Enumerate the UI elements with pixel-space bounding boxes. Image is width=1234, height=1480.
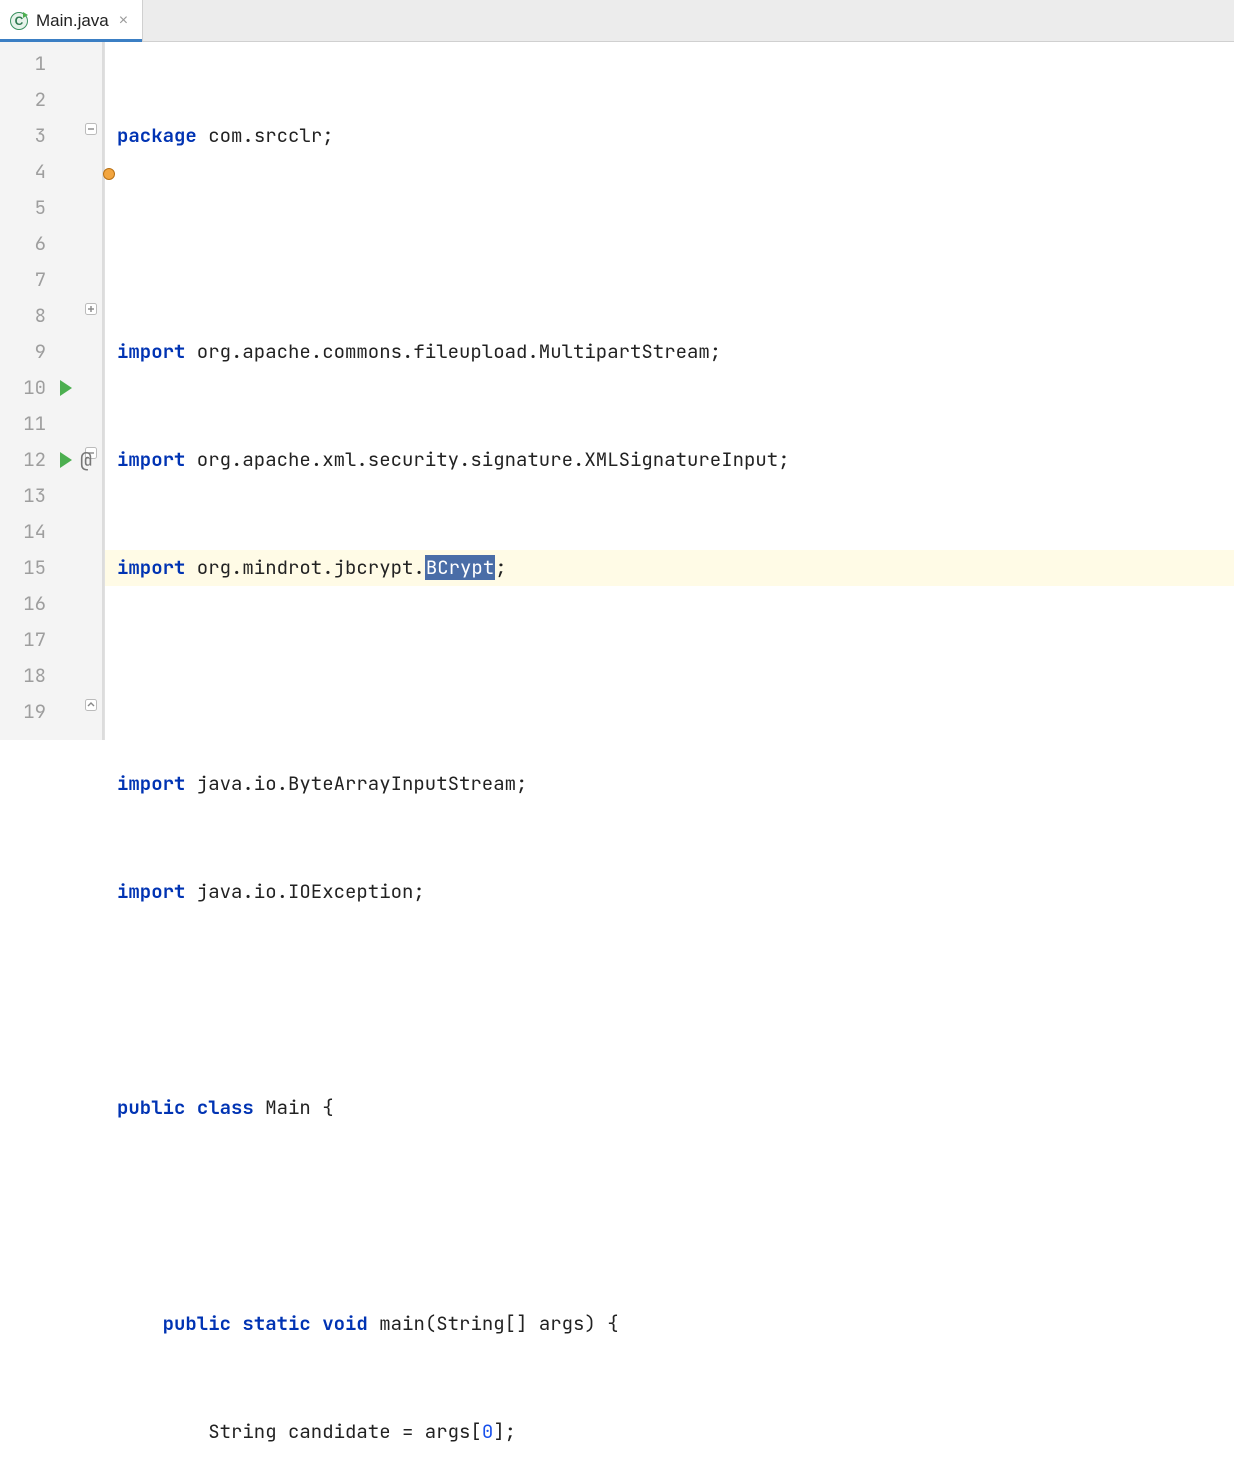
tab-bar: C Main.java × bbox=[0, 0, 1234, 42]
code-area[interactable]: package com.srcclr; import org.apache.co… bbox=[105, 42, 1234, 740]
code-line[interactable]: import java.io.ByteArrayInputStream; bbox=[117, 766, 1234, 802]
gutter: 1 2 3 4 5 6 7 8 9 10 11 12@ 13 14 15 16 … bbox=[0, 42, 105, 740]
code-line[interactable] bbox=[117, 226, 1234, 262]
svg-text:C: C bbox=[15, 14, 24, 28]
run-icon[interactable] bbox=[60, 380, 72, 396]
line-number: 4 bbox=[0, 154, 104, 190]
line-number: 3 bbox=[0, 118, 104, 154]
line-number: 14 bbox=[0, 514, 104, 550]
line-number: 9 bbox=[0, 334, 104, 370]
line-number: 18 bbox=[0, 658, 104, 694]
code-line-current[interactable]: import org.mindrot.jbcrypt.BCrypt; bbox=[117, 550, 1234, 586]
selection: BCrypt bbox=[425, 555, 495, 580]
line-number: 1 bbox=[0, 46, 104, 82]
editor-tab-main-java[interactable]: C Main.java × bbox=[0, 0, 143, 41]
tab-filename: Main.java bbox=[36, 11, 109, 31]
line-number: 8 bbox=[0, 298, 104, 334]
line-number: 5 bbox=[0, 190, 104, 226]
line-number: 2 bbox=[0, 82, 104, 118]
line-number: 17 bbox=[0, 622, 104, 658]
code-line[interactable]: package com.srcclr; bbox=[117, 118, 1234, 154]
code-line[interactable]: public static void main(String[] args) { bbox=[117, 1306, 1234, 1342]
override-icon[interactable]: @ bbox=[80, 442, 92, 478]
line-number: 12@ bbox=[0, 442, 104, 478]
code-editor[interactable]: 1 2 3 4 5 6 7 8 9 10 11 12@ 13 14 15 16 … bbox=[0, 42, 1234, 740]
line-number: 6 bbox=[0, 226, 104, 262]
code-line[interactable]: import java.io.IOException; bbox=[117, 874, 1234, 910]
line-number: 19 bbox=[0, 694, 104, 730]
code-line[interactable]: import org.apache.xml.security.signature… bbox=[117, 442, 1234, 478]
line-number: 7 bbox=[0, 262, 104, 298]
line-number: 16 bbox=[0, 586, 104, 622]
code-line[interactable] bbox=[117, 982, 1234, 1018]
code-line[interactable]: String candidate = args[0]; bbox=[117, 1414, 1234, 1450]
code-line[interactable]: public class Main { bbox=[117, 1090, 1234, 1126]
code-line[interactable] bbox=[117, 658, 1234, 694]
code-line[interactable]: import org.apache.commons.fileupload.Mul… bbox=[117, 334, 1234, 370]
line-number: 10 bbox=[0, 370, 104, 406]
run-icon[interactable] bbox=[60, 452, 72, 468]
java-class-icon: C bbox=[10, 12, 28, 30]
line-number: 15 bbox=[0, 550, 104, 586]
code-line[interactable] bbox=[117, 1198, 1234, 1234]
line-number: 13 bbox=[0, 478, 104, 514]
line-number: 11 bbox=[0, 406, 104, 442]
close-icon[interactable]: × bbox=[119, 13, 128, 29]
